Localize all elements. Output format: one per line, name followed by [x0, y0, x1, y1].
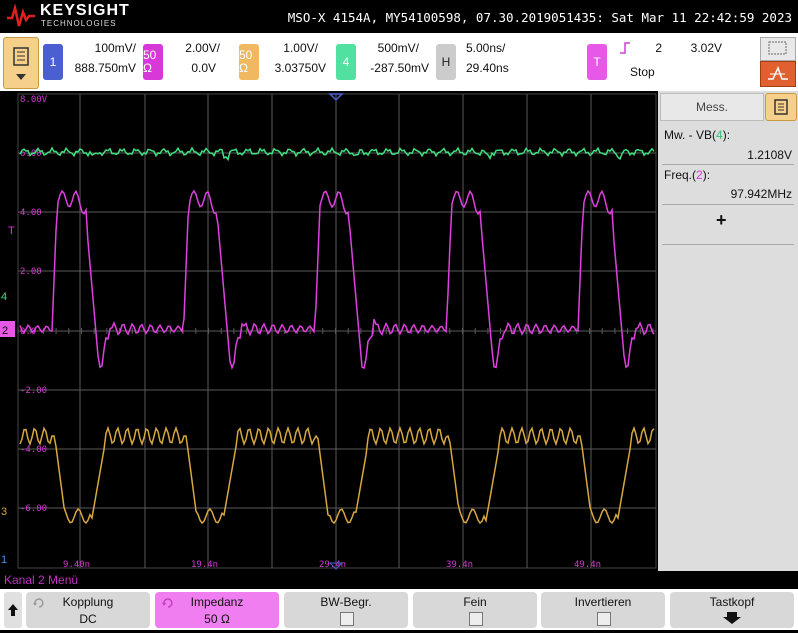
channel-4-badge[interactable]: 4	[336, 44, 356, 80]
channel-3-trace	[19, 425, 655, 525]
measurement-2-label-post: ):	[702, 168, 711, 182]
softkey-fine-label: Fein	[463, 595, 487, 609]
horizontal-badge-label: H	[441, 54, 451, 69]
trigger-source: 2	[655, 41, 662, 55]
channel-2-ground-marker: 2	[2, 325, 8, 337]
fine-checkbox[interactable]	[469, 612, 483, 626]
measurement-2-label-pre: Freq.(	[664, 168, 697, 182]
run-control-button[interactable]	[760, 61, 796, 87]
channel-4-scale: 500mV/	[377, 41, 419, 55]
softkey-bw-limit-label: BW-Begr.	[320, 595, 372, 609]
channel-2-trace	[19, 189, 655, 370]
softkey-probe[interactable]: Tastkopf	[670, 592, 794, 628]
softkey-impedance-label: Impedanz	[190, 595, 244, 609]
channel-3-id: 50 Ω	[239, 48, 253, 75]
keysight-logo-icon	[7, 4, 35, 27]
channel-control-strip: 1 100mV/ 888.750mV 50 Ω 2.00V/ 0.0V 50 Ω…	[0, 33, 798, 91]
softkey-invert-label: Invertieren	[574, 595, 632, 609]
measurement-2-channel: 2	[696, 168, 703, 182]
softkey-coupling[interactable]: Kopplung DC	[26, 592, 150, 628]
softkey-coupling-label: Kopplung	[62, 595, 114, 609]
channel-1-badge[interactable]: 1	[43, 44, 63, 80]
y-tick-label: -4.00	[20, 445, 47, 455]
y-tick-label: 4.00	[20, 208, 42, 218]
instrument-info: MSO-X 4154A, MY54100598, 07.30.201905143…	[287, 10, 792, 25]
main-menu-button[interactable]	[3, 37, 39, 89]
measurement-divider	[662, 204, 794, 205]
trigger-badge[interactable]: T	[587, 44, 607, 80]
x-tick-label: 49.4n	[574, 560, 601, 570]
invert-checkbox[interactable]	[597, 612, 611, 626]
waveform-canvas: 8.00V6.004.002.000.0-2.00-4.00-6.00 9.40…	[0, 93, 657, 570]
acquisition-state: Stop	[630, 65, 655, 79]
waveform-run-icon	[768, 66, 788, 80]
trigger-level: 3.02V	[690, 41, 722, 55]
menu-title: Kanal 2 Menü	[4, 573, 79, 587]
channel-1-id: 1	[49, 54, 57, 69]
rising-edge-icon	[620, 42, 630, 54]
measurement-tab[interactable]: Mess.	[660, 93, 764, 121]
x-tick-label: 19.4n	[191, 560, 218, 570]
channel-3-offset: 3.03750V	[274, 61, 326, 75]
horizontal-scale: 5.00ns/	[466, 41, 506, 55]
y-tick-label: -6.00	[20, 504, 47, 514]
x-tick-label: 39.4n	[446, 560, 473, 570]
measurement-menu-button[interactable]	[765, 93, 797, 121]
channel-2-scale: 2.00V/	[185, 41, 220, 55]
y-tick-label: 2.00	[20, 267, 42, 277]
channel-3-ground-marker: 3	[1, 506, 7, 518]
channel-4-ground-marker: 4	[1, 291, 7, 303]
channel-4-offset: -287.50mV	[370, 61, 429, 75]
zoom-region-icon	[768, 41, 787, 55]
arrow-up-icon	[8, 604, 18, 616]
waveform-display[interactable]: 8.00V 6.00 4.00 2.00 0.0 -2.00 -4.00 -6.00 9.40…	[0, 91, 658, 571]
notebook-icon	[13, 47, 29, 80]
measurement-1-channel: 4	[716, 128, 723, 142]
back-button[interactable]	[4, 592, 22, 628]
softkey-coupling-value: DC	[79, 612, 97, 626]
channel-2-offset: 0.0V	[191, 61, 216, 75]
channel-2-badge[interactable]: 50 Ω	[143, 44, 163, 80]
softkey-impedance-value: 50 Ω	[204, 612, 230, 626]
bw-limit-checkbox[interactable]	[340, 612, 354, 626]
trigger-badge-label: T	[593, 54, 601, 69]
x-tick-label: 9.40n	[63, 560, 90, 570]
y-tick-label: -2.00	[20, 386, 47, 396]
channel-3-scale: 1.00V/	[283, 41, 318, 55]
softkey-fine[interactable]: Fein	[413, 592, 537, 628]
title-bar: KEYSIGHT TECHNOLOGIES MSO-X 4154A, MY541…	[0, 0, 798, 33]
channel-1-ground-marker: 1	[1, 554, 7, 566]
measurement-1-label-post: ):	[722, 128, 731, 142]
horizontal-badge[interactable]: H	[436, 44, 456, 80]
y-axis-labels: 8.00V6.004.002.000.0-2.00-4.00-6.00	[20, 95, 48, 514]
trigger-level-marker: T	[8, 225, 15, 237]
zoom-button[interactable]	[760, 37, 796, 61]
measurement-divider	[662, 164, 794, 165]
channel-3-badge[interactable]: 50 Ω	[239, 44, 259, 80]
measurement-1-label[interactable]: Mw. - VB(4):	[664, 128, 730, 142]
measurement-sidebar	[658, 91, 798, 571]
softkey-invert[interactable]: Invertieren	[541, 592, 665, 628]
channel-4-trace	[19, 146, 655, 162]
softkey-bw-limit[interactable]: BW-Begr.	[284, 592, 408, 628]
measurement-2-label[interactable]: Freq.(2):	[664, 168, 710, 182]
notebook-icon	[774, 99, 788, 115]
channel-4-id: 4	[342, 54, 350, 69]
brand-subtitle: TECHNOLOGIES	[41, 19, 117, 28]
channel-1-offset: 888.750mV	[74, 61, 136, 75]
add-measurement-button[interactable]: +	[716, 210, 727, 231]
brand-name: KEYSIGHT	[40, 2, 130, 19]
measurement-1-value: 1.2108V	[747, 148, 792, 162]
measurement-divider	[662, 244, 794, 245]
softkey-probe-label: Tastkopf	[709, 595, 755, 609]
y-tick-label: 8.00V	[20, 95, 48, 105]
measurement-1-label-pre: Mw. - VB(	[664, 128, 717, 142]
measurement-2-value: 97.942MHz	[730, 187, 792, 201]
softkey-impedance[interactable]: Impedanz 50 Ω	[155, 592, 279, 628]
submenu-arrow-icon	[723, 612, 741, 624]
channel-2-id: 50 Ω	[143, 48, 157, 75]
horizontal-delay: 29.40ns	[466, 61, 509, 75]
channel-1-scale: 100mV/	[94, 41, 136, 55]
